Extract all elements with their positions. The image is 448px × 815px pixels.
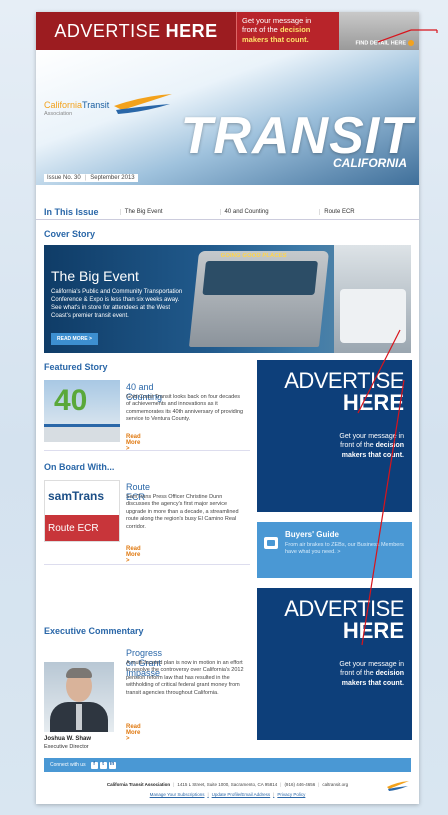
cover-story-title[interactable]: The Big Event — [51, 268, 139, 284]
onboard-read-more-link[interactable]: Read More > — [126, 546, 141, 564]
banner-line1: Get your message in — [242, 16, 312, 25]
connect-label: Connect with us — [50, 762, 86, 768]
newsletter-page: ADVERTISE HERE Get your message in front … — [36, 12, 419, 804]
ad-top-advertise: ADVERTISE — [284, 368, 404, 393]
ad-bottom-msg2-bold: decision — [375, 670, 404, 678]
onboard-thumbnail[interactable]: samTrans Route ECR — [44, 480, 120, 542]
footer-links-row: Manage Your Subscriptions | Update Profile… — [149, 792, 306, 797]
logo-part1: California — [44, 100, 83, 110]
featured-text: Gold Coast Transit looks back on four de… — [126, 394, 244, 423]
in-this-issue-label: In This Issue — [44, 206, 99, 217]
ad-bottom-msg1: Get your message in — [339, 661, 404, 668]
manage-subscriptions-link[interactable]: Manage Your Subscriptions — [150, 792, 205, 797]
executive-commentary-heading: Executive Commentary — [44, 626, 144, 636]
featured-thumb-number: 40 — [54, 384, 88, 417]
advertise-box-top[interactable]: ADVERTISE HERE Get your message in front… — [257, 360, 412, 512]
masthead-subtitle: CALIFORNIA — [333, 156, 407, 170]
top-advertise-banner[interactable]: ADVERTISE HERE Get your message in front … — [36, 12, 419, 50]
ad-bottom-msg3: makers that count. — [341, 679, 404, 687]
footer: California Transit Association | 1415 L St… — [36, 776, 419, 804]
update-profile-link[interactable]: Update Profile/Email Address — [212, 792, 271, 797]
cta-logo[interactable]: CaliforniaTransit Association — [44, 100, 109, 117]
facebook-icon[interactable]: f — [90, 760, 98, 769]
ad-top-message: Get your message in front of the decisio… — [257, 432, 404, 460]
bus-window — [202, 261, 318, 295]
linkedin-glyph: in — [109, 760, 115, 767]
ad-top-msg2-bold: decision — [375, 442, 404, 450]
ad-bottom-advertise: ADVERTISE — [284, 596, 404, 621]
issue-date: September 2013 — [90, 175, 135, 181]
buyers-guide-text: From air brakes to ZEBs, our Business Me… — [285, 542, 404, 556]
book-icon — [264, 537, 278, 549]
in-this-issue-bar: In This Issue The Big Event 40 and Count… — [36, 204, 419, 220]
banner-message: Get your message in front of the decisio… — [236, 12, 339, 50]
executive-read-more-link[interactable]: Read More > — [126, 724, 141, 742]
twitter-glyph: t — [102, 760, 104, 767]
divider — [44, 450, 250, 451]
divider — [44, 564, 250, 565]
samtrans-logo: samTrans — [48, 489, 105, 503]
issue-link-route-ecr[interactable]: Route ECR — [319, 208, 419, 215]
find-detail-label: FIND DETAIL HERE — [355, 40, 406, 46]
banner-line2-bold: decision — [279, 25, 311, 35]
issue-info: Issue No. 30 | September 2013 — [44, 174, 138, 182]
issue-number: Issue No. 30 — [47, 175, 81, 181]
issue-link-40-counting[interactable]: 40 and Counting — [219, 208, 320, 215]
bus-sign: GOING GOOD PLACES — [220, 253, 287, 259]
advertise-box-bottom[interactable]: ADVERTISE HERE Get your message in front… — [257, 588, 412, 740]
featured-thumbnail[interactable]: 40 — [44, 380, 120, 442]
ad-top-msg3: makers that count. — [341, 451, 404, 459]
executive-name: Joshua W. Shaw — [44, 736, 92, 742]
featured-story-heading: Featured Story — [44, 362, 108, 372]
footer-org: California Transit Association — [106, 782, 171, 787]
ad-bottom-here: HERE — [342, 618, 404, 643]
facebook-glyph: f — [93, 760, 95, 767]
twitter-icon[interactable]: t — [99, 760, 107, 769]
issue-link-big-event[interactable]: The Big Event — [119, 208, 220, 215]
buyers-guide-box[interactable]: Buyers' Guide From air brakes to ZEBs, o… — [257, 522, 412, 578]
footer-address: 1415 L Street, Suite 1000, Sacramento, C… — [177, 782, 278, 787]
arrow-right-icon — [408, 39, 414, 46]
cover-story-hero[interactable]: GOING GOOD PLACES The Big Event Californ… — [44, 245, 411, 353]
onboard-text: SamTrans Press Officer Christine Dunn di… — [126, 494, 239, 530]
masthead: CaliforniaTransit Association TRANSIT CA… — [36, 50, 419, 185]
executive-role: Executive Director — [44, 744, 89, 750]
ad-top-msg2: front of the — [340, 442, 374, 450]
logo-swoosh-icon — [114, 94, 172, 114]
cover-story-description: California's Public and Community Transp… — [51, 289, 183, 320]
cover-story-heading: Cover Story — [44, 229, 96, 239]
on-board-heading: On Board With... — [44, 462, 115, 472]
featured-thumb-bus — [44, 424, 120, 442]
ad-bottom-msg2: front of the — [340, 670, 374, 678]
ad-top-here: HERE — [342, 390, 404, 415]
ad-bottom-message: Get your message in front of the decisio… — [257, 660, 404, 688]
banner-line2-text: front of the — [242, 25, 278, 35]
banner-line2: front of the decision — [242, 25, 334, 34]
find-detail-link[interactable]: FIND DETAIL HERE — [355, 39, 414, 46]
buyers-guide-title: Buyers' Guide — [285, 530, 339, 539]
executive-photo — [44, 662, 114, 732]
linkedin-icon[interactable]: in — [108, 760, 116, 769]
privacy-policy-link[interactable]: Privacy Policy — [277, 792, 305, 797]
footer-address-row: California Transit Association | 1415 L St… — [106, 782, 349, 787]
footer-logo-icon — [387, 781, 409, 791]
read-more-button[interactable]: READ MORE > — [51, 333, 98, 345]
ad-top-msg1: Get your message in — [339, 433, 404, 440]
logo-association: Association — [44, 111, 73, 117]
footer-phone: (916) 446-4656 — [284, 782, 316, 787]
banner-find-panel[interactable]: FIND DETAIL HERE — [339, 12, 419, 50]
bus-image: GOING GOOD PLACES — [188, 251, 330, 347]
banner-line3: makers that count. — [242, 34, 309, 44]
banner-advertise-word: ADVERTISE — [54, 20, 161, 41]
connect-bar: Connect with us f t in — [44, 758, 411, 772]
banner-here-word: HERE — [165, 20, 218, 41]
logo-part2: Transit — [82, 100, 110, 110]
footer-web-link[interactable]: caltransit.org — [322, 782, 348, 787]
banner-advertise-text: ADVERTISE HERE — [36, 12, 236, 50]
executive-text: A multi-faceted plan is now in motion in… — [126, 660, 244, 696]
expo-hall-image — [334, 245, 411, 353]
route-ecr-thumb: Route ECR — [45, 515, 119, 541]
